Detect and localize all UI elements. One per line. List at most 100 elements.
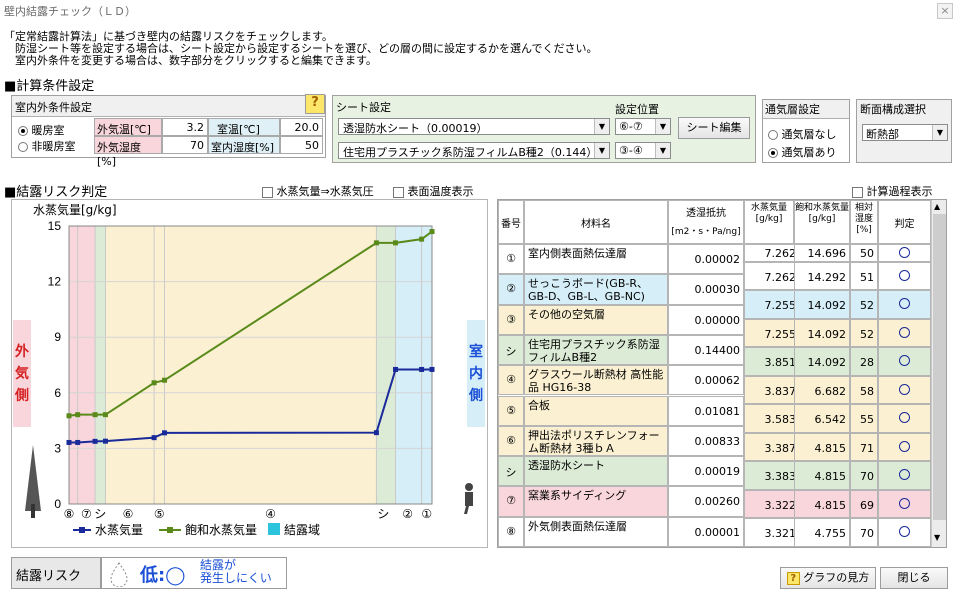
bound-saturation: 14.696 bbox=[794, 244, 850, 262]
bound-vapor: 3.321 bbox=[744, 518, 800, 547]
data-point bbox=[162, 377, 168, 383]
radio-heating-room[interactable]: 暖房室 bbox=[18, 122, 65, 138]
bound-judge bbox=[878, 290, 931, 319]
sheet-select-2[interactable]: 住宅用プラスチック系防湿フィルムB種2（0.144） ▼ bbox=[338, 142, 610, 159]
out-humidity-value[interactable]: 70 bbox=[162, 136, 208, 154]
row-number: ⑧ bbox=[498, 516, 524, 547]
ok-circle-icon bbox=[899, 383, 910, 395]
surface-temp-checkbox[interactable]: 表面温度表示 bbox=[393, 183, 474, 199]
risk-desc: 結露が 発生しにくい bbox=[200, 559, 272, 585]
risk-desc-line-2: 発生しにくい bbox=[200, 571, 272, 585]
position-select-2[interactable]: ③-④ ▼ bbox=[615, 142, 671, 159]
help-button[interactable]: ? bbox=[305, 94, 325, 114]
scroll-up-icon[interactable]: ▲ bbox=[934, 202, 940, 211]
risk-result: 低:◯ 結露が 発生しにくい bbox=[101, 557, 287, 589]
x-tick-label: ⑧ bbox=[64, 507, 75, 521]
row-resistance: 0.00001 bbox=[668, 516, 744, 547]
legend-condense-label: 結露域 bbox=[284, 523, 320, 537]
row-number: ② bbox=[498, 274, 524, 305]
layer-band bbox=[95, 226, 106, 504]
intro-text: 「定常結露計算法」に基づき壁内の結露リスクをチェックします。 防湿シート等を設定… bbox=[4, 31, 597, 67]
ok-circle-icon bbox=[899, 469, 910, 480]
graph-help-button[interactable]: ? グラフの見方 bbox=[780, 567, 876, 589]
row-number: ③ bbox=[498, 304, 524, 335]
bound-saturation: 14.092 bbox=[794, 318, 850, 347]
layer-band bbox=[105, 226, 155, 504]
header-sat-unit: [g/kg] bbox=[808, 214, 836, 224]
vapor-pressure-checkbox[interactable]: 水蒸気量⇒水蒸気圧 bbox=[262, 183, 374, 199]
room-humidity-value[interactable]: 50 bbox=[280, 136, 323, 154]
row-number: ⑤ bbox=[498, 395, 524, 426]
graph-help-label: グラフの見方 bbox=[803, 571, 870, 584]
bound-judge bbox=[878, 375, 931, 404]
person-body-icon bbox=[464, 492, 473, 514]
row-material: グラスウール断熱材 高性能品 HG16-38 bbox=[524, 365, 668, 396]
data-point bbox=[92, 438, 98, 444]
data-point bbox=[393, 366, 399, 372]
sheet-edit-button[interactable]: シート編集 bbox=[678, 117, 750, 139]
bound-judge bbox=[878, 318, 931, 347]
row-resistance: 0.00030 bbox=[668, 274, 744, 305]
bound-judge bbox=[878, 489, 931, 518]
bound-saturation: 14.292 bbox=[794, 261, 850, 290]
surface-temp-checkbox-icon bbox=[393, 186, 404, 198]
row-resistance: 0.01081 bbox=[668, 395, 744, 426]
calc-process-checkbox[interactable]: 計算過程表示 bbox=[852, 183, 933, 199]
position-select-1[interactable]: ⑥-⑦ ▼ bbox=[615, 118, 671, 135]
person-icon bbox=[465, 483, 473, 491]
bound-vapor: 3.322 bbox=[744, 489, 800, 518]
room-temp-value[interactable]: 20.0 bbox=[280, 118, 323, 136]
radio-vent-with-label: 通気層あり bbox=[781, 146, 837, 159]
sheet-select-1[interactable]: 透湿防水シート（0.00019） ▼ bbox=[338, 118, 610, 135]
chevron-down-icon: ▼ bbox=[932, 125, 947, 140]
header-vapor-unit: [g/kg] bbox=[755, 214, 783, 224]
header-resistance-label: 透湿抵抗 bbox=[686, 208, 726, 219]
scroll-down-icon[interactable]: ▼ bbox=[934, 533, 940, 542]
header-no: 番号 bbox=[498, 200, 524, 244]
vent-layer-title: 通気層設定 bbox=[765, 103, 820, 116]
layer-band bbox=[376, 226, 396, 504]
close-button[interactable]: 閉じる bbox=[880, 567, 948, 589]
radio-nonheating-room[interactable]: 非暖房室 bbox=[18, 138, 76, 154]
position-select-2-value: ③-④ bbox=[619, 144, 643, 157]
ok-circle-icon bbox=[899, 526, 910, 537]
data-point bbox=[393, 240, 399, 246]
data-point bbox=[66, 439, 72, 445]
bound-humidity: 51 bbox=[850, 261, 878, 290]
sheet-settings-panel: シート設定 設定位置 透湿防水シート（0.00019） ▼ ⑥-⑦ ▼ 住宅用プラス… bbox=[332, 95, 756, 163]
calc-process-checkbox-icon bbox=[852, 186, 863, 198]
surface-temp-checkbox-label: 表面温度表示 bbox=[407, 185, 474, 198]
table-scrollbar[interactable]: ▲ ▼ bbox=[931, 200, 946, 547]
vent-layer-panel: 通気層設定 通気層なし 通気層あり bbox=[762, 99, 850, 163]
legend-saturation-marker bbox=[167, 527, 173, 533]
row-number: シ bbox=[498, 334, 524, 366]
position-title: 設定位置 bbox=[615, 103, 659, 116]
room-humidity-label: 室内湿度[%] bbox=[208, 136, 280, 154]
x-tick-label: ④ bbox=[265, 507, 276, 521]
scroll-thumb[interactable] bbox=[933, 214, 946, 520]
bound-saturation: 4.815 bbox=[794, 489, 850, 518]
radio-nonheating-icon bbox=[18, 142, 28, 152]
out-temp-value[interactable]: 3.2 bbox=[162, 118, 208, 136]
bound-vapor: 7.262 bbox=[744, 261, 800, 290]
section-select[interactable]: 断熱部 ▼ bbox=[862, 124, 948, 141]
row-resistance: 0.00002 bbox=[668, 244, 744, 275]
radio-vent-none-label: 通気層なし bbox=[781, 128, 837, 141]
sheet-select-1-value: 透湿防水シート（0.00019） bbox=[343, 122, 488, 135]
bound-saturation: 6.542 bbox=[794, 404, 850, 433]
layer-band bbox=[421, 226, 432, 504]
header-sat: 飽和水蒸気量 [g/kg] bbox=[794, 200, 850, 244]
x-tick-label: シ bbox=[94, 507, 106, 521]
radio-vent-none[interactable]: 通気層なし bbox=[768, 126, 837, 142]
row-resistance: 0.00062 bbox=[668, 365, 744, 396]
indoor-outdoor-title: 室内外条件設定 bbox=[15, 101, 92, 114]
window-close-button[interactable]: × bbox=[937, 3, 953, 19]
row-material: 合板 bbox=[524, 395, 668, 426]
row-resistance: 0.00019 bbox=[668, 456, 744, 487]
intro-line-3: 室内外条件を変更する場合は、数字部分をクリックすると編集できます。 bbox=[4, 54, 377, 67]
vapor-pressure-checkbox-label: 水蒸気量⇒水蒸気圧 bbox=[276, 185, 374, 198]
layer-band bbox=[69, 226, 78, 504]
data-point bbox=[92, 412, 98, 418]
radio-vent-with[interactable]: 通気層あり bbox=[768, 144, 837, 160]
outside-side-label: 側 bbox=[14, 387, 29, 404]
